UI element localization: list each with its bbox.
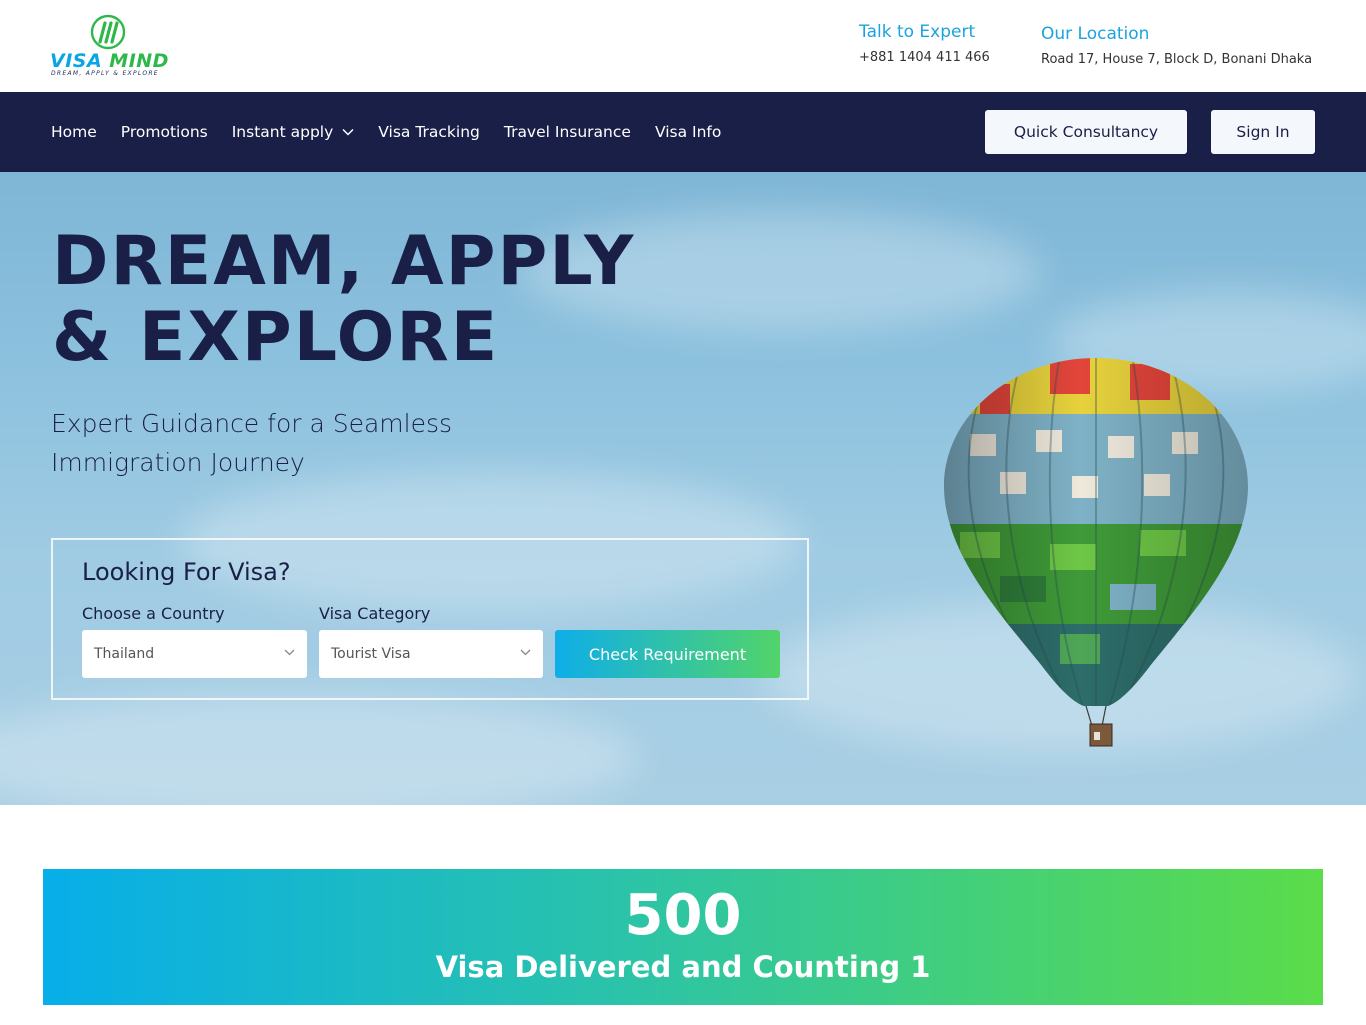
nav-item-label: Home (51, 123, 97, 141)
hero-section: DREAM, APPLY & EXPLORE Expert Guidance f… (0, 172, 1366, 805)
nav-item-label: Visa Tracking (378, 123, 480, 141)
country-select[interactable]: Thailand (82, 630, 307, 678)
nav-item-label: Instant apply (231, 123, 334, 141)
visa-category-label: Visa Category (319, 604, 431, 623)
nav-item-visa-info[interactable]: Visa Info (655, 123, 721, 141)
expert-title: Talk to Expert (859, 22, 976, 42)
our-location: Our Location Road 17, House 7, Block D, … (1041, 24, 1312, 67)
chevron-down-icon (520, 649, 531, 656)
visa-search-box: Looking For Visa? Choose a Country Visa … (51, 538, 809, 700)
visa-counter-banner: 500 Visa Delivered and Counting 1 (43, 869, 1323, 1005)
logo-mark-icon (90, 14, 126, 50)
counter-number: 500 (624, 883, 742, 948)
nav-item-label: Promotions (120, 123, 208, 141)
country-select-value: Thailand (94, 646, 155, 662)
check-requirement-button[interactable]: Check Requirement (555, 630, 780, 678)
top-header: VISA MIND DREAM, APPLY & EXPLORE Talk to… (0, 0, 1366, 92)
nav-item-label: Visa Info (654, 123, 722, 141)
hot-air-balloon-image (944, 358, 1248, 747)
nav-item-visa-tracking[interactable]: Visa Tracking (378, 123, 480, 141)
quick-consultancy-button[interactable]: Quick Consultancy (985, 110, 1187, 154)
location-title: Our Location (1041, 24, 1150, 44)
nav-menu: Home Promotions Instant apply Visa Track… (51, 92, 745, 172)
visa-category-select[interactable]: Tourist Visa (319, 630, 543, 678)
chevron-down-icon (342, 128, 354, 136)
nav-item-home[interactable]: Home (51, 123, 97, 141)
hero-subtitle: Expert Guidance for a Seamless Immigrati… (51, 409, 453, 477)
nav-item-label: Travel Insurance (503, 123, 631, 141)
logo-tagline: DREAM, APPLY & EXPLORE (51, 70, 159, 77)
sign-in-button[interactable]: Sign In (1211, 110, 1315, 154)
logo[interactable]: VISA MIND DREAM, APPLY & EXPLORE (50, 14, 180, 78)
chevron-down-icon (284, 649, 295, 656)
nav-item-promotions[interactable]: Promotions (121, 123, 208, 141)
visa-category-select-value: Tourist Visa (331, 646, 411, 662)
main-navbar: Home Promotions Instant apply Visa Track… (0, 92, 1366, 172)
hero-title: DREAM, APPLY & EXPLORE (52, 222, 636, 377)
logo-wordmark: VISA MIND (50, 50, 169, 72)
nav-item-instant-apply[interactable]: Instant apply (232, 123, 355, 141)
expert-phone[interactable]: +881 1404 411 466 (859, 50, 990, 65)
cloud-decoration (0, 692, 640, 805)
country-label: Choose a Country (82, 604, 225, 623)
location-address: Road 17, House 7, Block D, Bonani Dhaka (1041, 52, 1313, 67)
nav-item-travel-insurance[interactable]: Travel Insurance (504, 123, 631, 141)
visa-search-title: Looking For Visa? (82, 558, 291, 586)
counter-label: Visa Delivered and Counting 1 (435, 950, 931, 984)
talk-to-expert: Talk to Expert +881 1404 411 466 (859, 22, 990, 65)
